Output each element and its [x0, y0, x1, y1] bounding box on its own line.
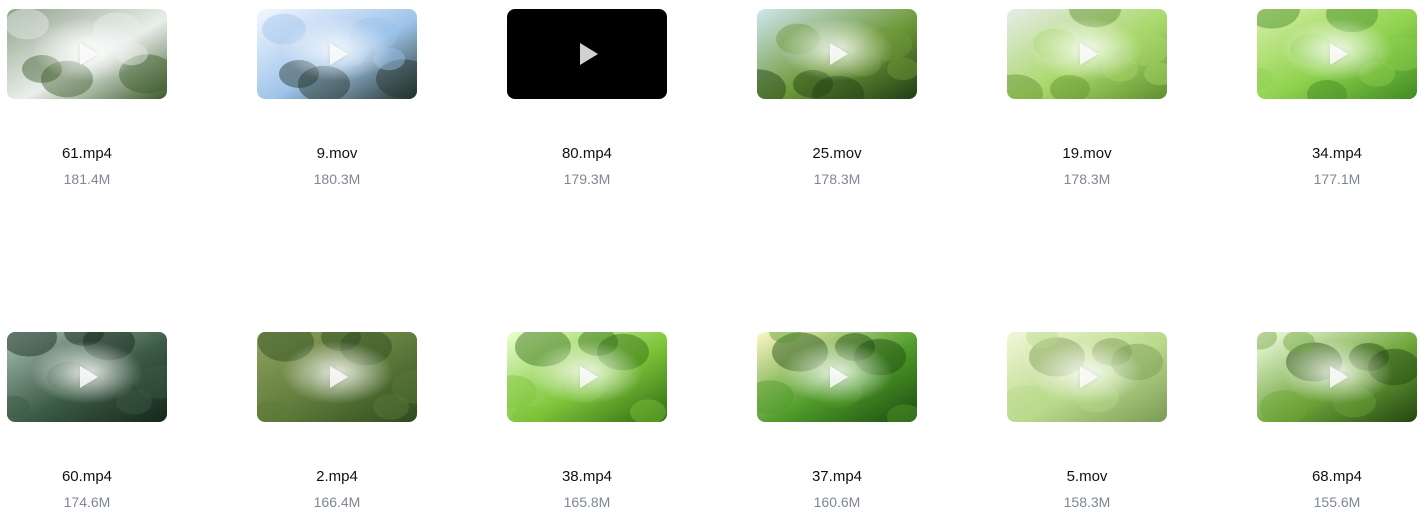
video-thumbnail[interactable]	[7, 9, 167, 99]
video-file-grid: 61.mp4 181.4M 9.mov 180.3M 80.mp4 179.3M…	[7, 9, 1417, 532]
file-name[interactable]: 60.mp4	[7, 468, 167, 485]
play-icon[interactable]	[80, 366, 98, 388]
video-thumbnail[interactable]	[1257, 9, 1417, 99]
video-thumbnail[interactable]	[257, 9, 417, 99]
file-name[interactable]: 68.mp4	[1257, 468, 1417, 485]
video-file-card[interactable]: 68.mp4 155.6M	[1257, 332, 1417, 532]
video-thumbnail[interactable]	[507, 332, 667, 422]
play-icon[interactable]	[80, 43, 98, 65]
file-name[interactable]: 34.mp4	[1257, 145, 1417, 162]
file-size: 177.1M	[1313, 171, 1361, 187]
play-icon[interactable]	[1330, 366, 1348, 388]
video-file-card[interactable]: 61.mp4 181.4M	[7, 9, 167, 332]
video-file-card[interactable]: 37.mp4 160.6M	[757, 332, 917, 532]
file-size: 179.3M	[563, 171, 611, 187]
file-size: 155.6M	[1313, 494, 1361, 510]
file-name[interactable]: 38.mp4	[507, 468, 667, 485]
video-thumbnail[interactable]	[1257, 332, 1417, 422]
play-icon[interactable]	[580, 43, 598, 65]
file-name[interactable]: 5.mov	[1007, 468, 1167, 485]
video-thumbnail[interactable]	[507, 9, 667, 99]
file-size: 166.4M	[313, 494, 361, 510]
video-file-card[interactable]: 2.mp4 166.4M	[257, 332, 417, 532]
file-size: 160.6M	[813, 494, 861, 510]
play-icon[interactable]	[330, 43, 348, 65]
video-file-card[interactable]: 9.mov 180.3M	[257, 9, 417, 332]
file-size: 158.3M	[1063, 494, 1111, 510]
file-name[interactable]: 25.mov	[757, 145, 917, 162]
video-file-card[interactable]: 60.mp4 174.6M	[7, 332, 167, 532]
file-size: 174.6M	[63, 494, 111, 510]
play-icon[interactable]	[1080, 43, 1098, 65]
play-icon[interactable]	[1080, 366, 1098, 388]
video-thumbnail[interactable]	[7, 332, 167, 422]
file-size: 178.3M	[813, 171, 861, 187]
play-icon[interactable]	[830, 366, 848, 388]
file-name[interactable]: 61.mp4	[7, 145, 167, 162]
video-file-card[interactable]: 25.mov 178.3M	[757, 9, 917, 332]
video-thumbnail[interactable]	[257, 332, 417, 422]
play-icon[interactable]	[1330, 43, 1348, 65]
video-file-card[interactable]: 19.mov 178.3M	[1007, 9, 1167, 332]
file-size: 165.8M	[563, 494, 611, 510]
video-file-card[interactable]: 80.mp4 179.3M	[507, 9, 667, 332]
video-file-card[interactable]: 34.mp4 177.1M	[1257, 9, 1417, 332]
file-name[interactable]: 2.mp4	[257, 468, 417, 485]
video-file-card[interactable]: 38.mp4 165.8M	[507, 332, 667, 532]
file-name[interactable]: 80.mp4	[507, 145, 667, 162]
play-icon[interactable]	[330, 366, 348, 388]
play-icon[interactable]	[830, 43, 848, 65]
video-thumbnail[interactable]	[757, 9, 917, 99]
video-thumbnail[interactable]	[1007, 332, 1167, 422]
file-name[interactable]: 19.mov	[1007, 145, 1167, 162]
video-thumbnail[interactable]	[757, 332, 917, 422]
file-size: 180.3M	[313, 171, 361, 187]
play-icon[interactable]	[580, 366, 598, 388]
file-size: 178.3M	[1063, 171, 1111, 187]
file-name[interactable]: 37.mp4	[757, 468, 917, 485]
file-size: 181.4M	[63, 171, 111, 187]
video-file-card[interactable]: 5.mov 158.3M	[1007, 332, 1167, 532]
file-name[interactable]: 9.mov	[257, 145, 417, 162]
video-thumbnail[interactable]	[1007, 9, 1167, 99]
